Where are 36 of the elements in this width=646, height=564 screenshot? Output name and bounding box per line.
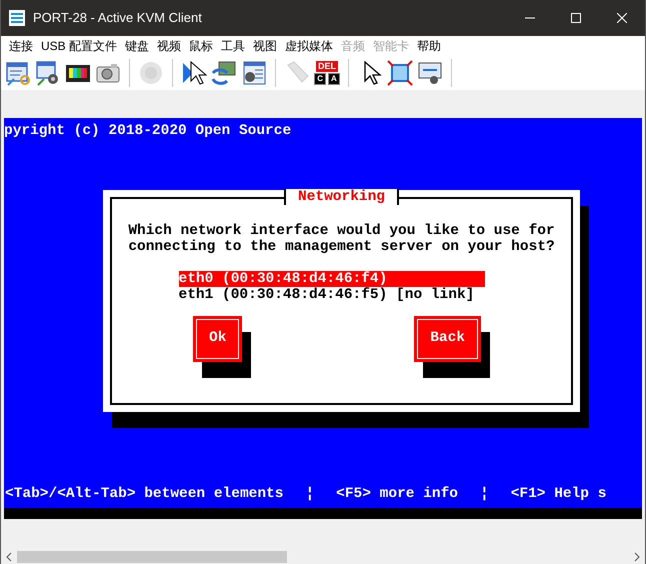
cursor-icon[interactable] — [181, 59, 207, 87]
prompt-text: connecting to the management server on your host? — [128, 239, 555, 255]
interface-option[interactable]: eth0 (00:30:48:d4:46:f4) — [178, 271, 484, 287]
window-webcam-icon[interactable] — [35, 59, 61, 87]
scrollbar-thumb[interactable] — [17, 551, 287, 563]
dialog-button[interactable]: Ok — [193, 316, 242, 362]
console-text: pyright (c) 2018-2020 Open Source — [4, 123, 292, 139]
key-label: C — [314, 73, 326, 85]
menu-item[interactable]: USB 配置文件 — [37, 37, 122, 55]
help-text: <F5> more info — [336, 486, 458, 502]
prompt-text: Which network interface would you like to use for — [128, 223, 555, 239]
separator-mark: ¦ — [480, 486, 489, 502]
menu-item[interactable]: 连接 — [5, 37, 37, 55]
app-icon — [9, 10, 25, 26]
monitor-sync-icon[interactable] — [211, 59, 237, 87]
del-key-label: DEL — [316, 61, 338, 72]
interface-option[interactable]: eth1 (00:30:48:d4:46:f5) [no link] — [178, 287, 484, 303]
webcam-panel-icon[interactable] — [241, 59, 267, 87]
ctrl-alt-del-button[interactable]: DEL C A — [314, 61, 340, 85]
menu-item[interactable]: 工具 — [217, 37, 250, 55]
menu-item[interactable]: 视频 — [153, 37, 186, 55]
dialog-title: Networking — [284, 189, 399, 205]
menu-item[interactable]: 视图 — [249, 37, 282, 55]
menu-item[interactable]: 帮助 — [413, 37, 446, 55]
fullscreen-icon[interactable] — [387, 59, 413, 87]
close-icon — [617, 13, 627, 23]
maximize-icon — [571, 13, 581, 23]
dialog-button[interactable]: Back — [414, 316, 481, 362]
menu-item[interactable]: 虚拟媒体 — [281, 37, 338, 55]
menu-item[interactable]: 键盘 — [121, 37, 154, 55]
menu-item[interactable]: 鼠标 — [185, 37, 218, 55]
separator-mark: ¦ — [305, 486, 314, 502]
help-text: <Tab>/<Alt-Tab> between elements — [5, 486, 284, 502]
key-label: A — [328, 73, 340, 85]
window-title: PORT-28 - Active KVM Client — [33, 9, 202, 28]
help-text: <F1> Help s — [510, 486, 606, 502]
